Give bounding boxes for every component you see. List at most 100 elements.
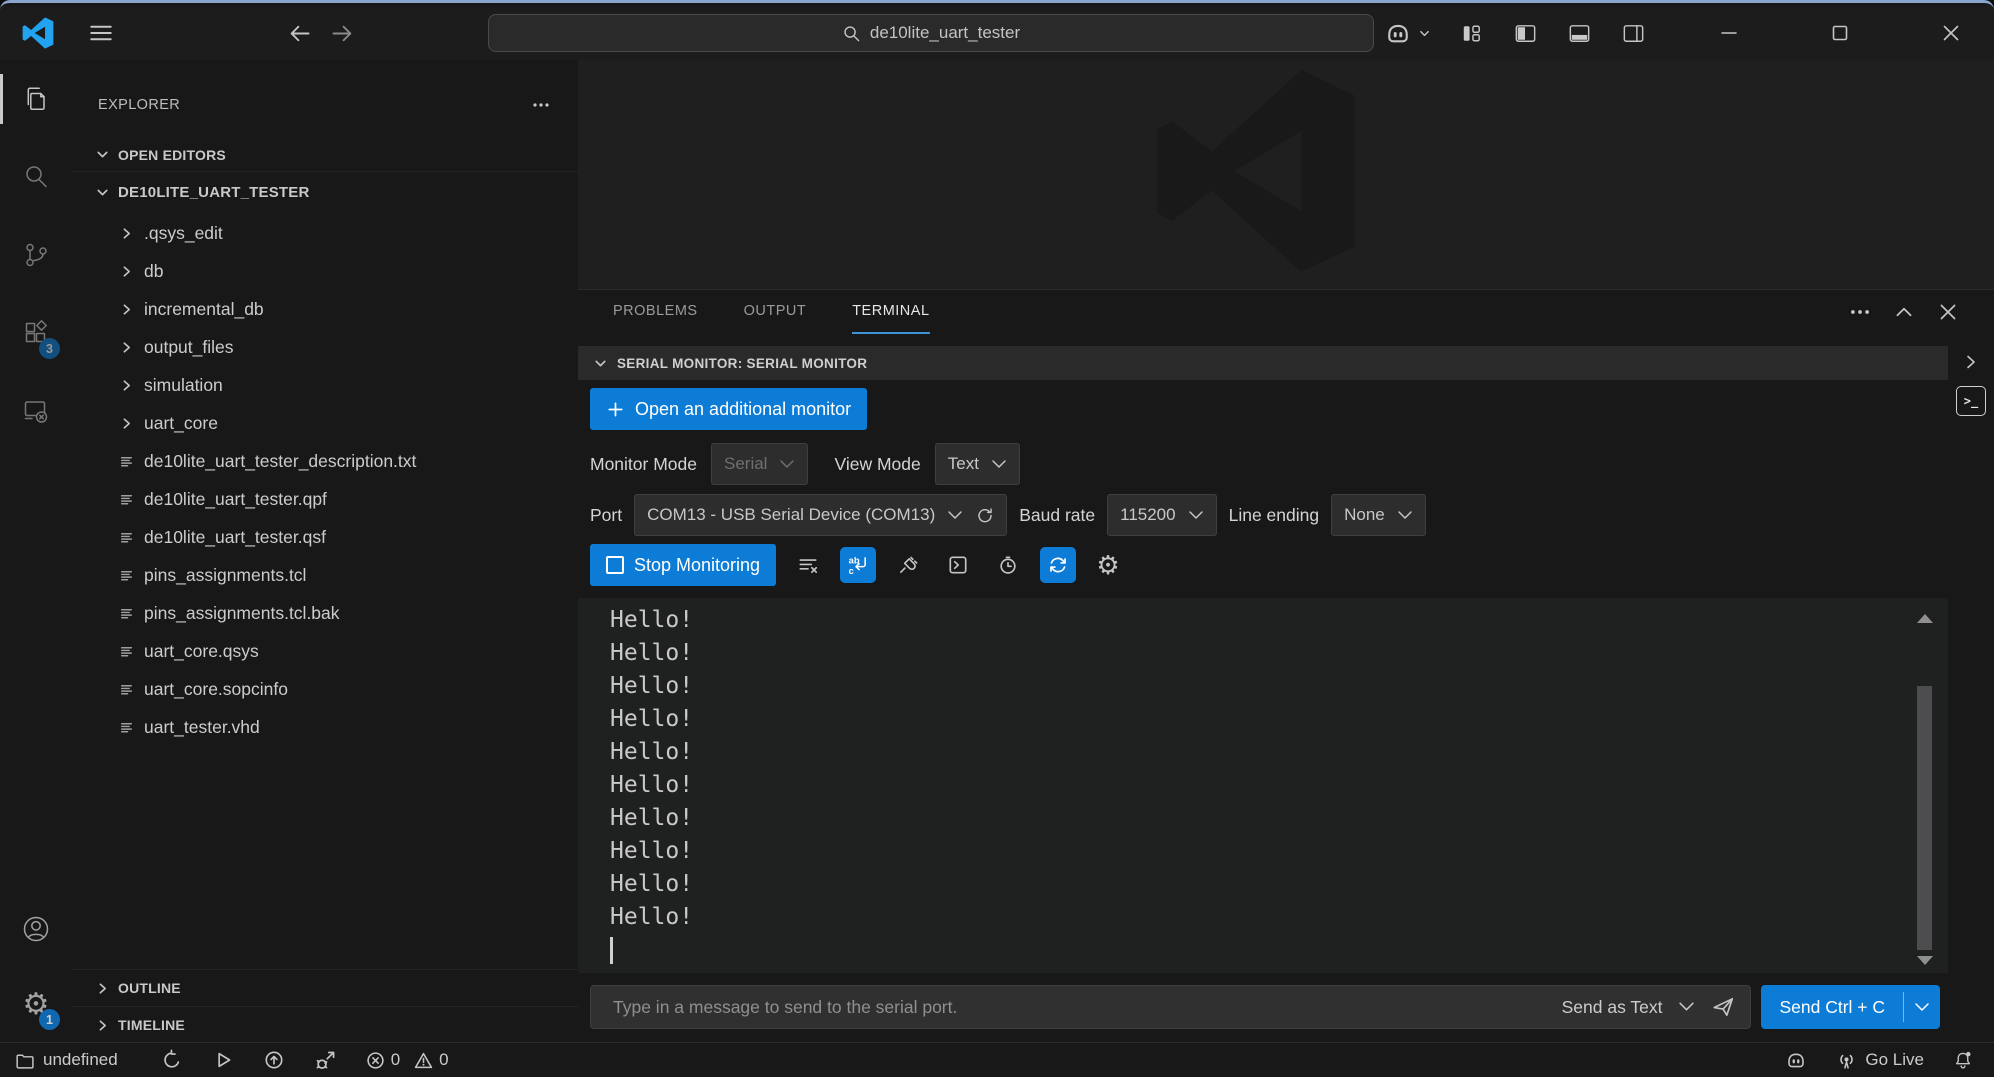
port-select[interactable]: COM13 - USB Serial Device (COM13) <box>634 494 1007 536</box>
account-icon <box>19 912 53 946</box>
toggle-sidebar-icon[interactable] <box>1512 20 1539 47</box>
terminal-box-button[interactable] <box>940 547 976 583</box>
play-icon[interactable] <box>212 1049 234 1071</box>
toggle-secondary-sidebar-icon[interactable] <box>1620 20 1647 47</box>
minimize-button[interactable] <box>1716 13 1742 53</box>
chevron-right-icon[interactable] <box>1961 352 1981 372</box>
terminal-line: Hello! <box>610 835 1892 868</box>
activity-remote-explorer[interactable] <box>0 372 72 450</box>
customize-layout-icon[interactable] <box>1458 20 1485 47</box>
settings-button[interactable]: ⚙ <box>1090 547 1126 583</box>
activity-source-control[interactable] <box>0 216 72 294</box>
more-actions-icon[interactable] <box>1848 300 1872 324</box>
panel-tab-terminal[interactable]: TERMINAL <box>852 290 929 334</box>
open-additional-monitor-button[interactable]: Open an additional monitor <box>590 388 867 430</box>
restart-icon[interactable] <box>161 1049 183 1071</box>
close-button[interactable] <box>1938 13 1964 53</box>
more-actions-icon[interactable] <box>530 94 552 116</box>
refresh-ports-icon[interactable] <box>975 506 994 525</box>
scroll-down-arrow[interactable] <box>1917 956 1933 965</box>
send-plane-icon[interactable] <box>1711 995 1735 1019</box>
tree-item[interactable]: de10lite_uart_tester.qsf <box>72 518 578 556</box>
sidebar-title: EXPLORER <box>98 97 180 113</box>
auto-reconnect-button[interactable] <box>1040 547 1076 583</box>
activity-settings[interactable]: ⚙ 1 <box>0 967 72 1043</box>
project-status[interactable]: undefined <box>14 1050 118 1071</box>
tree-item-label: .qsys_edit <box>144 223 223 244</box>
go-live-button[interactable]: Go Live <box>1836 1050 1924 1071</box>
line-ending-value: None <box>1344 505 1385 525</box>
tree-item[interactable]: incremental_db <box>72 290 578 328</box>
tree-item[interactable]: simulation <box>72 366 578 404</box>
workspace-section[interactable]: DE10LITE_UART_TESTER <box>72 172 578 212</box>
timestamp-button[interactable] <box>990 547 1026 583</box>
tree-item[interactable]: uart_tester.vhd <box>72 708 578 746</box>
toggle-panel-icon[interactable] <box>1566 20 1593 47</box>
chevron-right-icon <box>118 415 135 432</box>
workspace-label: DE10LITE_UART_TESTER <box>118 184 310 201</box>
terminal-glyph: >_ <box>1964 394 1978 408</box>
back-arrow-icon[interactable] <box>286 20 313 47</box>
send-dropdown[interactable] <box>1904 985 1940 1029</box>
baud-rate-select[interactable]: 115200 <box>1107 494 1216 536</box>
view-mode-label: View Mode <box>834 454 920 475</box>
chevron-right-icon <box>118 225 135 242</box>
open-editors-section[interactable]: OPEN EDITORS <box>72 138 578 172</box>
chevron-up-icon[interactable] <box>1892 300 1916 324</box>
tree-item[interactable]: pins_assignments.tcl <box>72 556 578 594</box>
error-icon <box>366 1051 385 1070</box>
view-mode-select[interactable]: Text <box>935 443 1020 485</box>
tree-item[interactable]: de10lite_uart_tester.qpf <box>72 480 578 518</box>
stop-monitoring-button[interactable]: Stop Monitoring <box>590 544 776 586</box>
panel-tab-output[interactable]: OUTPUT <box>744 290 807 334</box>
line-ending-display-button[interactable]: ab c <box>840 547 876 583</box>
maximize-button[interactable] <box>1827 13 1853 53</box>
terminal-output[interactable]: Hello!Hello!Hello!Hello!Hello!Hello!Hell… <box>578 598 1948 973</box>
serial-monitor-tab-icon[interactable]: >_ <box>1956 386 1986 416</box>
clock-icon <box>997 554 1019 576</box>
bell-icon[interactable] <box>1952 1049 1974 1071</box>
plug-button[interactable] <box>890 547 926 583</box>
tree-item[interactable]: .qsys_edit <box>72 214 578 252</box>
tree-item[interactable]: uart_core.sopcinfo <box>72 670 578 708</box>
tree-item-label: pins_assignments.tcl.bak <box>144 603 340 624</box>
command-center-search[interactable]: de10lite_uart_tester <box>488 14 1374 52</box>
timeline-section[interactable]: TIMELINE <box>72 1006 578 1043</box>
status-bar: undefined 0 <box>0 1042 1994 1077</box>
close-icon[interactable] <box>1936 300 1960 324</box>
activity-account[interactable] <box>0 891 72 967</box>
vscode-watermark-icon <box>1153 68 1359 274</box>
forward-arrow-icon[interactable] <box>329 20 356 47</box>
outline-section[interactable]: OUTLINE <box>72 969 578 1006</box>
tree-item[interactable]: uart_core.qsys <box>72 632 578 670</box>
monitor-mode-select[interactable]: Serial <box>711 443 808 485</box>
tree-item[interactable]: db <box>72 252 578 290</box>
scroll-up-arrow[interactable] <box>1917 614 1933 623</box>
remote-explorer-icon <box>20 395 52 427</box>
debug-icon[interactable] <box>314 1049 337 1072</box>
activity-explorer[interactable] <box>0 60 72 138</box>
tree-item[interactable]: output_files <box>72 328 578 366</box>
line-ending-select[interactable]: None <box>1331 494 1426 536</box>
problems-status[interactable]: 0 0 <box>366 1050 449 1070</box>
tree-item[interactable]: uart_core <box>72 404 578 442</box>
activity-extensions[interactable]: 3 <box>0 294 72 372</box>
activity-search[interactable] <box>0 138 72 216</box>
scrollbar-thumb[interactable] <box>1917 686 1932 950</box>
monitor-mode-value: Serial <box>724 454 767 474</box>
copilot-icon[interactable] <box>1784 1048 1808 1072</box>
upload-circle-icon[interactable] <box>263 1049 285 1071</box>
terminal-scrollbar[interactable] <box>1912 606 1938 967</box>
menu-hamburger-icon[interactable] <box>88 20 114 46</box>
tree-item[interactable]: pins_assignments.tcl.bak <box>72 594 578 632</box>
send-as-label[interactable]: Send as Text <box>1562 997 1663 1018</box>
chevron-down-icon <box>1188 510 1204 521</box>
copilot-menu[interactable] <box>1383 18 1431 48</box>
tree-item[interactable]: de10lite_uart_tester_description.txt <box>72 442 578 480</box>
clear-output-button[interactable] <box>790 547 826 583</box>
panel-tab-problems[interactable]: PROBLEMS <box>613 290 698 334</box>
search-value: de10lite_uart_tester <box>870 23 1020 43</box>
send-button[interactable]: Send Ctrl + C <box>1761 985 1940 1029</box>
chevron-down-icon[interactable] <box>1678 1001 1695 1013</box>
serial-monitor-header[interactable]: SERIAL MONITOR: SERIAL MONITOR <box>578 346 1948 380</box>
